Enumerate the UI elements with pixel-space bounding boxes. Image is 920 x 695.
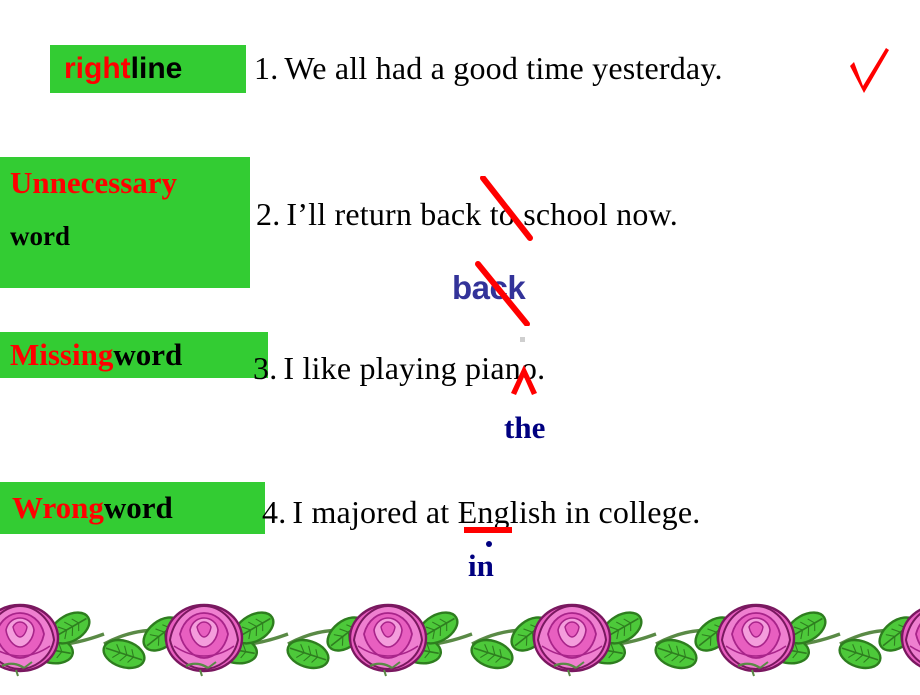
correction-word-in: in (468, 548, 494, 583)
label-right-line: right line (50, 45, 246, 93)
sentence-3: 3. I like playing piano. (253, 350, 545, 387)
sentence-1-text: We all had a good time yesterday. (284, 50, 723, 86)
label-missing-word: Missing word (0, 332, 268, 378)
strike-through-icon (470, 175, 550, 327)
label-unnecessary-word: Unnecessary word (0, 157, 250, 288)
label-missing-word-keyword: Missing (10, 336, 114, 372)
sentence-3-number: 3. (253, 350, 278, 386)
sentence-2-number: 2. (256, 196, 281, 232)
label-missing-word-suffix: word (113, 336, 183, 372)
rose-vine-border (0, 598, 920, 690)
label-unnecessary-word-keyword: Unnecessary (10, 165, 178, 200)
artifact-dot-lower (486, 541, 492, 547)
label-unnecessary-word-suffix: word (10, 220, 70, 251)
underline-icon (464, 527, 512, 533)
sentence-4-text: I majored at English in college. (292, 494, 701, 530)
label-wrong-word-keyword: Wrong (12, 489, 104, 525)
sentence-1-number: 1. (254, 50, 279, 86)
sentence-1: 1. We all had a good time yesterday. (254, 50, 723, 87)
sentence-4-number: 4. (262, 494, 287, 530)
check-mark-icon (848, 46, 894, 96)
sentence-3-text: I like playing piano. (283, 350, 546, 386)
artifact-dot-upper (520, 337, 525, 342)
sentence-4: 4. I majored at English in college. (262, 494, 700, 531)
correction-word-the: the (504, 410, 546, 445)
label-right-line-suffix: line (130, 52, 183, 86)
label-wrong-word-suffix: word (103, 489, 173, 525)
sentence-2: 2. I’ll return back to school now. (256, 196, 678, 233)
slide-canvas: right line Unnecessary word Missing word… (0, 0, 920, 690)
caret-insert-icon (508, 364, 542, 396)
label-right-line-keyword: right (64, 52, 131, 86)
label-wrong-word: Wrong word (0, 482, 265, 534)
